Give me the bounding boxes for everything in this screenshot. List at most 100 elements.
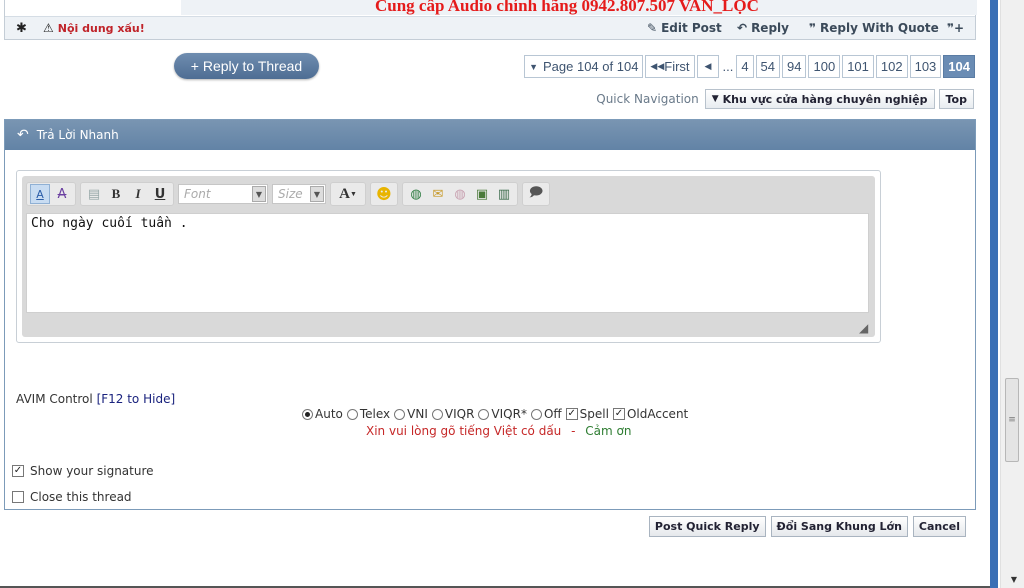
page-link[interactable]: 100: [808, 55, 841, 78]
avim-radio-telex[interactable]: [346, 408, 358, 420]
post-quick-reply-button[interactable]: Post Quick Reply: [648, 516, 766, 537]
vertical-scrollbar[interactable]: ≡ ▼: [1000, 0, 1024, 588]
show-signature-option[interactable]: ✓ Show your signature: [12, 464, 154, 478]
edit-post-button[interactable]: ✎ Edit Post: [647, 21, 722, 35]
page-link[interactable]: 102: [875, 55, 908, 78]
top-button[interactable]: Top: [938, 89, 974, 109]
toolbar-group-color: A ▼: [330, 182, 366, 206]
report-post-link[interactable]: ⚠ Nội dung xấu!: [43, 21, 145, 35]
forum-select[interactable]: ▼ Khu vực cửa hàng chuyên nghiệp: [704, 89, 935, 109]
first-page-link[interactable]: ◀◀ First: [645, 55, 695, 78]
avim-thanks-text: Cảm ơn: [585, 424, 632, 438]
caret-down-icon: ▼: [711, 94, 719, 104]
image-icon[interactable]: ▣: [472, 184, 492, 204]
page-jump-dropdown[interactable]: ▼ Page 104 of 104: [524, 55, 644, 78]
quick-navigation-label: Quick Navigation: [596, 92, 699, 106]
scroll-down-arrow-icon[interactable]: ▼: [1011, 575, 1017, 584]
reply-arrow-icon: ↶: [737, 21, 748, 35]
avim-label: AVIM Control: [16, 392, 93, 406]
page-link[interactable]: 103: [909, 55, 942, 78]
wysiwyg-mode-icon[interactable]: A: [30, 184, 50, 204]
show-signature-label: Show your signature: [30, 464, 154, 478]
quick-reply-panel: ↶ Trả Lời Nhanh A A ▤ B I U Font ▼ Size …: [4, 119, 976, 510]
size-select[interactable]: Size ▼: [272, 184, 326, 204]
avim-option-label: VIQR*: [491, 407, 527, 421]
page-link[interactable]: 101: [842, 55, 874, 78]
caret-down-icon: ▼: [529, 61, 538, 72]
warning-icon: ⚠: [43, 21, 54, 35]
edit-post-label: Edit Post: [661, 21, 722, 35]
chevron-down-icon: ▼: [252, 186, 266, 202]
reply-to-thread-button[interactable]: + Reply to Thread: [174, 53, 319, 79]
text-color-icon[interactable]: A ▼: [334, 184, 362, 204]
report-label: Nội dung xấu!: [57, 21, 145, 35]
page-link[interactable]: 54: [755, 55, 781, 78]
current-page: 104: [943, 55, 975, 78]
page-link[interactable]: 4: [736, 55, 754, 78]
italic-icon[interactable]: I: [128, 184, 148, 204]
toolbar-group-mode: A A: [26, 182, 76, 206]
avim-spell-checkbox[interactable]: ✓: [565, 408, 578, 420]
cancel-button[interactable]: Cancel: [912, 516, 966, 537]
avim-option-label: Auto: [315, 407, 343, 421]
avim-hotkey-link[interactable]: [F12 to Hide]: [97, 392, 176, 406]
quote-icon[interactable]: 🗩: [526, 184, 546, 204]
reply-with-quote-button[interactable]: ❞ Reply With Quote: [809, 21, 939, 35]
first-label: First: [664, 59, 690, 74]
scrollbar-thumb[interactable]: ≡: [1005, 378, 1019, 462]
smiley-icon[interactable]: ☻: [374, 184, 394, 204]
avim-notice-separator: -: [571, 424, 576, 438]
size-placeholder: Size: [278, 187, 303, 201]
message-textarea[interactable]: Cho ngày cuối tuần .: [26, 213, 869, 313]
avim-options: Auto Telex VNI VIQR VIQR* Off ✓ Spell ✓ …: [302, 407, 688, 421]
reply-button[interactable]: ↶ Reply: [737, 21, 789, 35]
toolbar-group-insert: ◍ ✉ ◍ ▣ ▥: [402, 182, 518, 206]
bold-icon[interactable]: B: [106, 184, 126, 204]
page-link[interactable]: 94: [782, 55, 807, 78]
prev-page-link[interactable]: ◀: [696, 55, 720, 78]
show-signature-checkbox[interactable]: ✓: [12, 465, 24, 477]
avim-radio-off[interactable]: [530, 408, 542, 420]
reply-quote-label: Reply With Quote: [820, 21, 939, 35]
email-icon[interactable]: ✉: [428, 184, 448, 204]
pagination: ▼ Page 104 of 104 ◀◀ First ◀ ... 4 54 94…: [524, 55, 975, 78]
go-advanced-button[interactable]: Đổi Sang Khung Lớn: [770, 516, 908, 537]
quick-reply-header: ↶ Trả Lời Nhanh: [5, 120, 975, 150]
unlink-icon[interactable]: ◍: [450, 184, 470, 204]
avim-option-label: Telex: [359, 407, 391, 421]
page-label: Page 104 of 104: [543, 59, 639, 74]
avim-option-label: Off: [543, 407, 562, 421]
avim-radio-viqr[interactable]: [431, 408, 443, 420]
editor: A A ▤ B I U Font ▼ Size ▼ A ▼ ☻ ◍ ✉ ◍ ▣ …: [16, 170, 881, 343]
avim-checkbox-label: Spell: [579, 407, 609, 421]
post-footer: Cung cấp Audio chính hãng 0942.807.507 V…: [4, 0, 977, 40]
toolbar-group-quote: 🗩: [522, 182, 550, 206]
editor-frame: A A ▤ B I U Font ▼ Size ▼ A ▼ ☻ ◍ ✉ ◍ ▣ …: [22, 176, 875, 337]
avim-radio-viqr-star[interactable]: [478, 408, 490, 420]
window-edge: [990, 0, 998, 588]
avim-control: AVIM Control [F12 to Hide]: [16, 392, 175, 406]
link-icon[interactable]: ◍: [406, 184, 426, 204]
avim-radio-auto[interactable]: [302, 408, 313, 420]
close-thread-label: Close this thread: [30, 490, 132, 504]
close-thread-option[interactable]: Close this thread: [12, 490, 132, 504]
remove-format-icon[interactable]: A: [52, 184, 72, 204]
page: Cung cấp Audio chính hãng 0942.807.507 V…: [0, 0, 1024, 588]
quick-reply-title: Trả Lời Nhanh: [36, 128, 119, 142]
font-select[interactable]: Font ▼: [178, 184, 268, 204]
multi-quote-icon: ❞+: [947, 21, 965, 35]
post-actions-bar: ✱ ⚠ Nội dung xấu! ✎ Edit Post ↶ Reply ❞ …: [5, 16, 975, 39]
close-thread-checkbox[interactable]: [12, 491, 24, 503]
multi-quote-button[interactable]: ❞+: [947, 21, 964, 35]
resize-grip-icon[interactable]: ◢: [859, 321, 871, 335]
video-icon[interactable]: ▥: [494, 184, 514, 204]
toolbar-group-smilies: ☻: [370, 182, 398, 206]
avim-oldaccent-checkbox[interactable]: ✓: [612, 408, 625, 420]
pencil-icon: ✎: [647, 21, 658, 35]
avim-radio-vni[interactable]: [394, 408, 406, 420]
editor-toolbar: A A ▤ B I U Font ▼ Size ▼ A ▼ ☻ ◍ ✉ ◍ ▣ …: [26, 182, 550, 206]
underline-icon[interactable]: U: [150, 184, 170, 204]
paste-icon[interactable]: ▤: [84, 184, 104, 204]
avim-checkbox-label: OldAccent: [626, 407, 689, 421]
star-icon[interactable]: ✱: [16, 21, 27, 36]
